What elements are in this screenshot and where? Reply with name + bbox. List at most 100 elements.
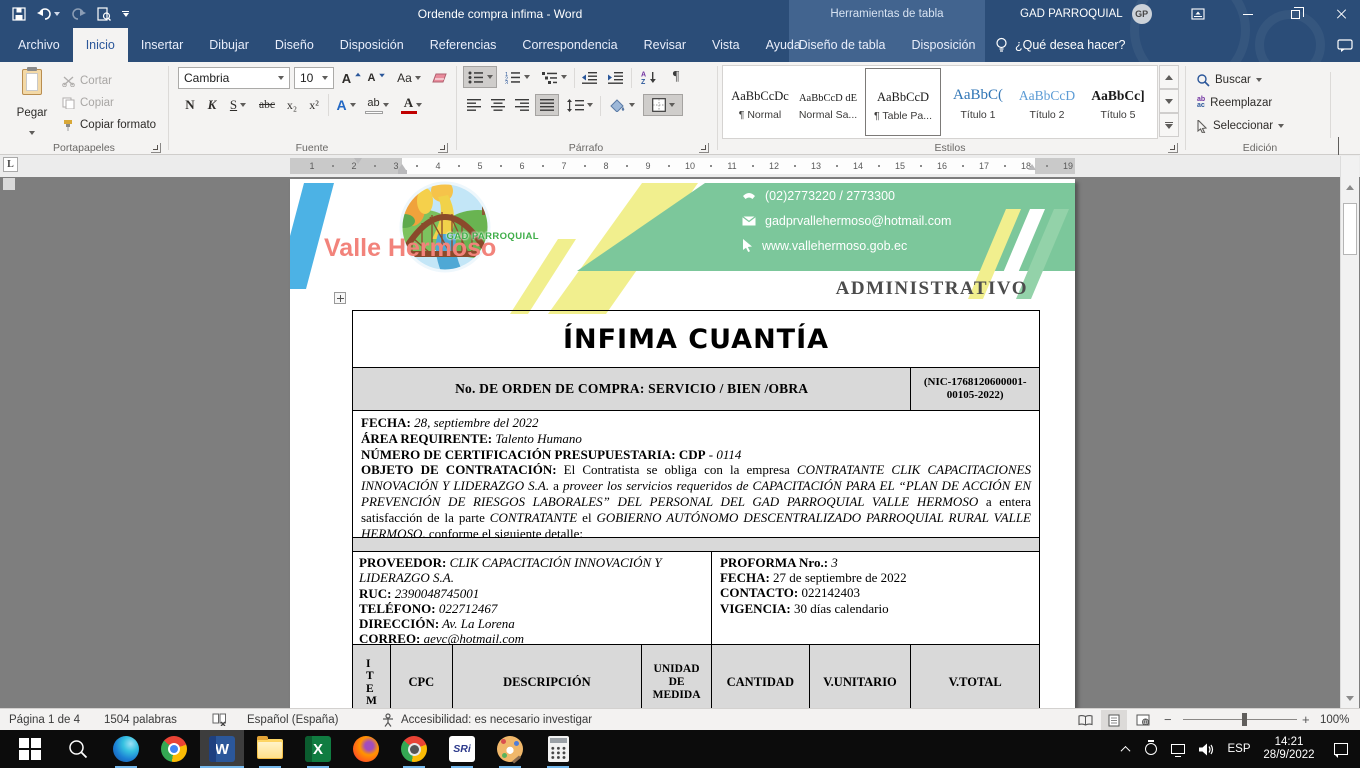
- tab-diseno[interactable]: Diseño: [262, 28, 327, 62]
- tab-referencias[interactable]: Referencias: [417, 28, 510, 62]
- taskbar-chrome-app-button[interactable]: [392, 730, 436, 768]
- subscript-button[interactable]: x₂: [282, 94, 302, 116]
- document-title-cell[interactable]: ÍNFIMA CUANTÍA: [353, 311, 1039, 368]
- tab-disposicion[interactable]: Disposición: [327, 28, 417, 62]
- col-unidad[interactable]: UNIDAD DE MEDIDA: [642, 645, 712, 708]
- tray-network-icon[interactable]: [1164, 730, 1192, 768]
- styles-scroll-down-button[interactable]: [1159, 89, 1179, 113]
- web-layout-button[interactable]: [1130, 710, 1156, 730]
- col-descripcion[interactable]: DESCRIPCIÓN: [453, 645, 642, 708]
- page-indicator[interactable]: Página 1 de 4: [9, 709, 80, 730]
- superscript-button[interactable]: x²: [304, 94, 324, 116]
- start-button[interactable]: [8, 730, 52, 768]
- justify-button[interactable]: [535, 94, 559, 116]
- zoom-slider-track[interactable]: [1183, 719, 1297, 720]
- borders-button[interactable]: [643, 94, 683, 116]
- styles-dialog-launcher[interactable]: [1168, 143, 1178, 153]
- taskbar-explorer-button[interactable]: [248, 730, 292, 768]
- grow-font-button[interactable]: A: [341, 67, 363, 89]
- col-cantidad[interactable]: CANTIDAD: [712, 645, 810, 708]
- sort-button[interactable]: AZ: [635, 66, 663, 88]
- numbering-button[interactable]: 123: [500, 66, 534, 88]
- save-icon[interactable]: [12, 7, 26, 21]
- feedback-button[interactable]: [1330, 28, 1360, 62]
- tab-archivo[interactable]: Archivo: [5, 28, 73, 62]
- taskbar-firefox-button[interactable]: [344, 730, 388, 768]
- word-count[interactable]: 1504 palabras: [104, 709, 177, 730]
- taskbar-sri-button[interactable]: SRi: [440, 730, 484, 768]
- read-mode-button[interactable]: [1072, 710, 1098, 730]
- strikethrough-button[interactable]: abc: [254, 94, 280, 116]
- taskbar-chrome-button[interactable]: [152, 730, 196, 768]
- account-info[interactable]: GAD PARROQUIAL GP: [1020, 0, 1152, 28]
- avatar[interactable]: GP: [1132, 4, 1152, 24]
- proforma-cell[interactable]: PROFORMA Nro.: 3 FECHA: 27 de septiembre…: [712, 552, 1039, 644]
- italic-button[interactable]: K: [202, 94, 222, 116]
- minimize-button[interactable]: [1231, 0, 1265, 28]
- ribbon-display-options-button[interactable]: [1181, 0, 1215, 28]
- select-button[interactable]: Seleccionar: [1197, 116, 1284, 136]
- action-center-button[interactable]: [1326, 730, 1356, 768]
- tray-show-hidden-button[interactable]: [1112, 730, 1138, 768]
- underline-button[interactable]: S: [224, 94, 252, 116]
- taskbar-search-button[interactable]: [56, 730, 100, 768]
- styles-more-button[interactable]: [1159, 113, 1179, 137]
- col-cpc[interactable]: CPC: [391, 645, 453, 708]
- align-right-button[interactable]: [511, 94, 533, 116]
- undo-icon[interactable]: [37, 8, 60, 20]
- customize-qat-icon[interactable]: [122, 11, 129, 17]
- redo-icon[interactable]: [71, 8, 86, 20]
- table-move-handle-icon[interactable]: [334, 292, 346, 304]
- right-indent-marker[interactable]: [1028, 164, 1036, 170]
- font-family-combobox[interactable]: Cambria: [178, 67, 290, 89]
- vertical-scrollbar[interactable]: [1340, 177, 1359, 708]
- taskbar-word-button[interactable]: W: [200, 730, 244, 768]
- tab-stop-selector[interactable]: L: [3, 157, 18, 172]
- print-preview-icon[interactable]: [97, 7, 111, 21]
- style-titulo-1[interactable]: AaBbC( Título 1: [945, 68, 1011, 136]
- shrink-font-button[interactable]: A: [366, 67, 388, 89]
- tell-me-box[interactable]: ¿Qué desea hacer?: [995, 28, 1126, 62]
- tray-volume-icon[interactable]: [1192, 730, 1220, 768]
- col-vunitario[interactable]: V.UNITARIO: [810, 645, 912, 708]
- taskbar-edge-button[interactable]: [104, 730, 148, 768]
- tab-dibujar[interactable]: Dibujar: [196, 28, 262, 62]
- style-normal-sa[interactable]: AaBbCcD dE Normal Sa...: [795, 68, 861, 136]
- font-color-button[interactable]: A: [398, 94, 428, 116]
- provider-cell[interactable]: PROVEEDOR: CLIK CAPACITACIÓN INNOVACIÓN …: [353, 552, 712, 644]
- font-size-combobox[interactable]: 10: [294, 67, 334, 89]
- style-normal[interactable]: AaBbCcDc ¶ Normal: [729, 68, 791, 136]
- nic-cell[interactable]: (NIC-1768120600001-00105-2022): [911, 368, 1039, 410]
- accessibility-status[interactable]: Accesibilidad: es necesario investigar: [401, 709, 592, 730]
- taskbar-excel-button[interactable]: X: [296, 730, 340, 768]
- styles-scroll-up-button[interactable]: [1159, 65, 1179, 89]
- proofing-icon[interactable]: [212, 709, 227, 730]
- print-layout-button[interactable]: [1101, 710, 1127, 730]
- change-case-button[interactable]: Aa: [394, 67, 424, 89]
- tab-vista[interactable]: Vista: [699, 28, 753, 62]
- taskbar-calculator-button[interactable]: [536, 730, 580, 768]
- decrease-indent-button[interactable]: [578, 66, 602, 88]
- tab-disposicion-tabla[interactable]: Disposición: [898, 28, 988, 62]
- zoom-slider-thumb[interactable]: [1242, 713, 1247, 726]
- copy-button[interactable]: Copiar: [62, 93, 114, 113]
- bullets-button[interactable]: [463, 66, 497, 88]
- ruler[interactable]: 12345678910111213141516171819: [290, 158, 1075, 174]
- scroll-up-button[interactable]: [1342, 179, 1358, 195]
- shading-button[interactable]: [606, 94, 638, 116]
- taskbar-paint-button[interactable]: [488, 730, 532, 768]
- accessibility-icon[interactable]: [381, 709, 395, 730]
- increase-indent-button[interactable]: [604, 66, 628, 88]
- zoom-out-button[interactable]: −: [1164, 709, 1172, 730]
- tab-correspondencia[interactable]: Correspondencia: [509, 28, 630, 62]
- tab-inicio[interactable]: Inicio: [73, 28, 128, 62]
- replace-button[interactable]: abac Reemplazar: [1197, 93, 1272, 113]
- tray-onedrive-icon[interactable]: [1138, 730, 1164, 768]
- cut-button[interactable]: Cortar: [62, 71, 112, 91]
- tab-insertar[interactable]: Insertar: [128, 28, 196, 62]
- scrollbar-thumb[interactable]: [1343, 203, 1357, 255]
- style-titulo-5[interactable]: AaBbCc] Título 5: [1083, 68, 1153, 136]
- col-vtotal[interactable]: V.TOTAL: [911, 645, 1039, 708]
- style-titulo-2[interactable]: AaBbCcD Título 2: [1015, 68, 1079, 136]
- tab-diseno-de-tabla[interactable]: Diseño de tabla: [786, 28, 899, 62]
